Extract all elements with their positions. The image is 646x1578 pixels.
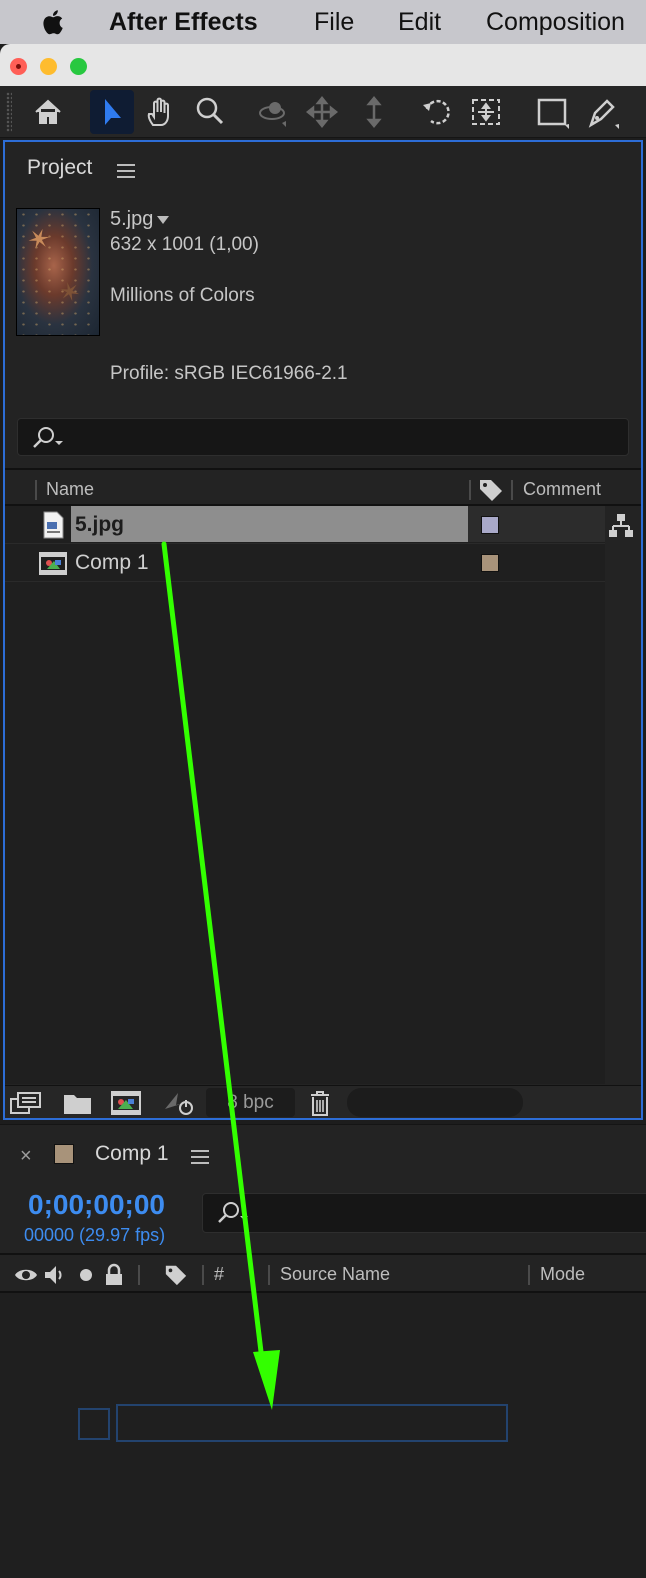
search-icon[interactable] (215, 1200, 251, 1226)
composition-icon (39, 552, 67, 575)
frame-count-display: 00000 (29.97 fps) (24, 1225, 166, 1245)
new-folder-icon[interactable] (61, 1089, 95, 1117)
home-icon[interactable] (26, 90, 70, 134)
flowchart-icon[interactable] (606, 511, 636, 541)
menu-app-name[interactable]: After Effects (109, 6, 258, 38)
footage-thumbnail: ✶ ✶ (16, 208, 100, 336)
timeline-tab-title[interactable]: Comp 1 (95, 1142, 169, 1166)
column-separator[interactable] (138, 1265, 140, 1285)
thumbnail-zoom-bar[interactable] (347, 1088, 523, 1117)
column-layer-number[interactable]: # (214, 1264, 224, 1285)
menu-composition[interactable]: Composition (486, 6, 625, 38)
trash-icon[interactable] (303, 1089, 337, 1117)
window-title-bar (0, 44, 646, 86)
image-file-icon (43, 511, 64, 539)
label-color-swatch[interactable] (481, 554, 499, 572)
interpret-footage-icon[interactable] (9, 1089, 43, 1117)
project-column-header: Name Comment (5, 468, 641, 506)
column-name[interactable]: Name (46, 479, 94, 500)
timeline-column-header: # Source Name Mode (0, 1253, 646, 1293)
selected-item-name[interactable]: 5.jpg (110, 208, 170, 231)
project-item-row[interactable]: Comp 1 (5, 544, 605, 582)
dolly-camera-icon[interactable] (352, 90, 396, 134)
solo-icon[interactable] (74, 1263, 98, 1287)
column-comment[interactable]: Comment (523, 479, 601, 500)
column-mode[interactable]: Mode (540, 1264, 585, 1285)
orbit-camera-icon[interactable] (250, 90, 294, 134)
drop-target-layer-icon (78, 1408, 110, 1440)
timeline-panel: × Comp 1 0;00;00;00 00000 (29.97 fps) # (0, 1124, 646, 1578)
column-separator[interactable] (511, 480, 513, 500)
minimize-window-button[interactable] (40, 58, 57, 75)
timeline-search-input[interactable] (202, 1193, 646, 1233)
menu-bar: After Effects File Edit Composition (0, 0, 646, 44)
project-item-name: Comp 1 (75, 551, 149, 574)
current-time-display[interactable]: 0;00;00;00 (28, 1189, 165, 1221)
lock-icon[interactable] (102, 1263, 126, 1287)
project-panel-menu-icon[interactable] (117, 164, 135, 178)
column-separator[interactable] (202, 1265, 204, 1285)
timeline-layer-area[interactable] (0, 1293, 646, 1578)
eye-icon[interactable] (14, 1263, 38, 1287)
maximize-window-button[interactable] (70, 58, 87, 75)
selection-tool-icon[interactable] (90, 90, 134, 134)
selected-item-name-text: 5.jpg (110, 208, 154, 230)
label-color-swatch[interactable] (481, 516, 499, 534)
close-window-button[interactable] (10, 58, 27, 75)
column-source-name[interactable]: Source Name (280, 1264, 390, 1285)
project-item-row[interactable]: 5.jpg (5, 506, 605, 544)
pan-camera-icon[interactable] (300, 90, 344, 134)
timeline-panel-menu-icon[interactable] (191, 1150, 209, 1164)
apple-logo-icon[interactable] (38, 6, 70, 38)
new-composition-icon[interactable] (109, 1089, 143, 1117)
project-search-input[interactable] (17, 418, 629, 456)
column-separator[interactable] (35, 480, 37, 500)
rotation-tool-icon[interactable] (414, 90, 458, 134)
pan-behind-icon[interactable] (464, 90, 508, 134)
row-selection-highlight (71, 506, 468, 542)
project-panel-title[interactable]: Project (27, 156, 92, 180)
close-tab-icon[interactable]: × (20, 1145, 32, 1168)
drop-target-layer-bar (116, 1404, 508, 1442)
project-item-name: 5.jpg (75, 513, 125, 536)
search-icon[interactable] (30, 425, 66, 451)
comp-label-swatch (54, 1144, 74, 1164)
column-separator[interactable] (469, 480, 471, 500)
project-panel: Project ✶ ✶ 5.jpg 632 x 1001 (1,00) Mill… (3, 140, 643, 1120)
tools-toolbar (0, 86, 646, 138)
zoom-tool-icon[interactable] (188, 90, 232, 134)
selected-item-colors: Millions of Colors (110, 285, 255, 306)
pen-tool-icon[interactable] (580, 90, 624, 134)
column-separator[interactable] (528, 1265, 530, 1285)
column-separator[interactable] (268, 1265, 270, 1285)
toolbar-grip[interactable] (6, 92, 12, 132)
label-tag-icon[interactable] (478, 477, 504, 503)
speaker-icon[interactable] (42, 1263, 66, 1287)
project-panel-footer: 8 bpc (5, 1085, 641, 1118)
bit-depth-button[interactable]: 8 bpc (206, 1088, 295, 1117)
rectangle-tool-icon[interactable] (530, 90, 574, 134)
project-items-list: 5.jpg Comp 1 (5, 506, 605, 1084)
hand-tool-icon[interactable] (138, 90, 182, 134)
menu-file[interactable]: File (314, 6, 354, 38)
proxy-settings-icon[interactable] (162, 1089, 196, 1117)
caret-down-icon[interactable] (157, 215, 170, 224)
selected-item-dimensions: 632 x 1001 (1,00) (110, 234, 259, 255)
selected-item-profile: Profile: sRGB IEC61966-2.1 (110, 363, 348, 384)
menu-edit[interactable]: Edit (398, 6, 441, 38)
label-tag-icon[interactable] (164, 1263, 188, 1287)
